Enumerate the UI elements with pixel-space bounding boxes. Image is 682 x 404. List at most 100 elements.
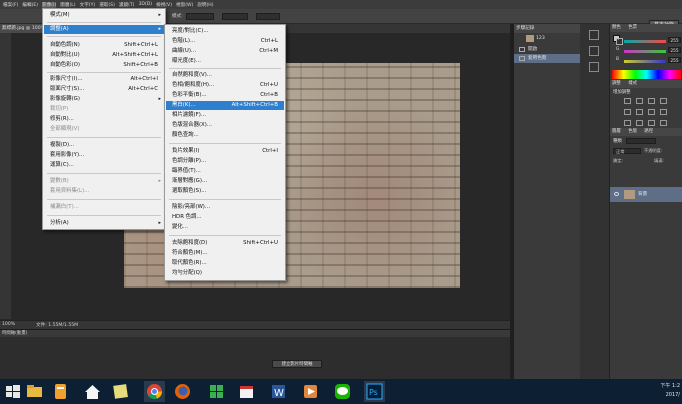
eye-icon[interactable] xyxy=(614,192,619,196)
create-video-timeline-button[interactable]: 建立影片時間軸 xyxy=(272,360,322,368)
menu-item-auto-contrast[interactable]: 自動對比(U) Alt+Shift+Ctrl+L xyxy=(44,51,164,60)
windows-start-icon[interactable] xyxy=(2,381,23,402)
store-icon[interactable] xyxy=(206,381,227,402)
green-value[interactable]: 255 xyxy=(668,47,681,53)
blend-mode-select[interactable]: 正常 xyxy=(613,148,641,154)
menu-file[interactable]: 檔案(F) xyxy=(3,2,18,8)
document-tab[interactable]: 無標題.jpg @ 100% (RGB/8) xyxy=(0,24,44,33)
system-clock[interactable]: 下午 1:2 2017/ xyxy=(660,382,680,400)
menu-item-selective-color[interactable]: 選取顏色(S)... xyxy=(166,187,284,196)
menu-item-color-balance[interactable]: 色彩平衡(B)... Ctrl+B xyxy=(166,91,284,100)
menu-item-adjustments[interactable]: 調整(A) ▸ xyxy=(44,25,164,34)
menu-select[interactable]: 選取(S) xyxy=(99,2,115,8)
home-icon[interactable] xyxy=(82,381,103,402)
invert-adjust-icon[interactable] xyxy=(624,120,631,126)
history-panel-title[interactable]: 步驟記錄 xyxy=(514,24,580,33)
notes-app-icon[interactable] xyxy=(110,381,131,402)
kind-filter[interactable] xyxy=(626,138,656,144)
firefox-icon[interactable] xyxy=(172,381,193,402)
menu-filter[interactable]: 濾鏡(T) xyxy=(119,2,135,8)
paths-tab-label[interactable]: 路徑 xyxy=(644,129,653,134)
menu-item-shadows-highlights[interactable]: 陰影/亮部(W)... xyxy=(166,203,284,212)
height-field[interactable] xyxy=(256,13,280,20)
history-item-open[interactable]: 開啟 xyxy=(514,45,580,54)
file-explorer-icon[interactable] xyxy=(24,381,45,402)
archive-app-icon[interactable] xyxy=(50,381,71,402)
menu-item-threshold[interactable]: 臨界值(T)... xyxy=(166,167,284,176)
menu-item-calculations[interactable]: 運算(C)... xyxy=(44,161,164,170)
menu-item-apply-data-set[interactable]: 套用資料集(L)... xyxy=(44,187,164,196)
blue-slider[interactable] xyxy=(624,60,666,63)
adjustments-panel-tab[interactable]: 調整 樣式 xyxy=(610,80,682,88)
swatches-tab-label[interactable]: 色票 xyxy=(628,25,637,30)
menu-item-duplicate[interactable]: 複製(D)... xyxy=(44,141,164,150)
menu-item-photo-filter[interactable]: 相片濾鏡(F)... xyxy=(166,111,284,120)
menu-item-auto-tone[interactable]: 自動色調(N) Shift+Ctrl+L xyxy=(44,41,164,50)
menu-item-curves[interactable]: 曲線(U)... Ctrl+M xyxy=(166,47,284,56)
mode-select[interactable] xyxy=(186,13,214,20)
menu-item-desaturate[interactable]: 去除飽和度(D) Shift+Ctrl+U xyxy=(166,239,284,248)
red-slider[interactable] xyxy=(624,40,666,43)
hue-adjust-icon[interactable] xyxy=(636,109,643,115)
menu-item-black-white[interactable]: 黑白(K)... Alt+Shift+Ctrl+B xyxy=(166,101,284,110)
menu-item-trap[interactable]: 補漏白(T)... xyxy=(44,203,164,212)
menu-item-hdr-toning[interactable]: HDR 色調... xyxy=(166,213,284,222)
photoshop-taskbar-icon[interactable]: Ps xyxy=(364,381,385,402)
paragraph-panel-icon[interactable] xyxy=(589,62,599,72)
menu-edit[interactable]: 編輯(E) xyxy=(22,2,38,8)
menu-3d[interactable]: 3D(D) xyxy=(138,2,152,7)
gradient-adjust-icon[interactable] xyxy=(660,120,667,126)
menu-item-mode[interactable]: 模式(M) ▸ xyxy=(44,11,164,20)
menu-item-analysis[interactable]: 分析(A) ▸ xyxy=(44,219,164,228)
levels-adjust-icon[interactable] xyxy=(636,98,643,104)
channels-tab-label[interactable]: 色版 xyxy=(628,129,637,134)
balance-adjust-icon[interactable] xyxy=(648,109,655,115)
vibrance-adjust-icon[interactable] xyxy=(624,109,631,115)
menu-item-channel-mixer[interactable]: 色版混合器(X)... xyxy=(166,121,284,130)
menu-item-replace-color[interactable]: 取代顏色(R)... xyxy=(166,259,284,268)
history-snapshot[interactable]: 123 xyxy=(514,33,580,45)
menu-item-match-color[interactable]: 符合顏色(M)... xyxy=(166,249,284,258)
styles-tab-label[interactable]: 樣式 xyxy=(628,81,637,86)
menu-layer[interactable]: 圖層(L) xyxy=(60,2,75,8)
exposure-adjust-icon[interactable] xyxy=(660,98,667,104)
menu-item-variables[interactable]: 變數(B) ▸ xyxy=(44,177,164,186)
history-panel-icon[interactable] xyxy=(589,30,599,40)
color-panel-tab[interactable]: 顏色 色票 xyxy=(610,24,682,32)
menu-item-canvas-size[interactable]: 版面尺寸(S)... Alt+Ctrl+C xyxy=(44,85,164,94)
menu-item-auto-color[interactable]: 自動色彩(O) Shift+Ctrl+B xyxy=(44,61,164,70)
menu-item-apply-image[interactable]: 套用影像(Y)... xyxy=(44,151,164,160)
menu-type[interactable]: 文字(Y) xyxy=(80,2,96,8)
menu-item-image-rotation[interactable]: 影像旋轉(G) ▸ xyxy=(44,95,164,104)
menu-item-gradient-map[interactable]: 漸層對應(G)... xyxy=(166,177,284,186)
chrome-icon[interactable] xyxy=(144,381,165,402)
layer-row-background[interactable]: 背景 xyxy=(610,187,682,202)
red-value[interactable]: 255 xyxy=(668,37,681,43)
zoom-level[interactable]: 100% xyxy=(2,322,15,327)
threshold-adjust-icon[interactable] xyxy=(648,120,655,126)
line-app-icon[interactable] xyxy=(332,381,353,402)
menu-item-levels[interactable]: 色階(L)... Ctrl+L xyxy=(166,37,284,46)
blue-value[interactable]: 255 xyxy=(668,57,681,63)
menu-item-trim[interactable]: 修剪(R)... xyxy=(44,115,164,124)
properties-panel-icon[interactable] xyxy=(589,46,599,56)
green-slider[interactable] xyxy=(624,50,666,53)
menu-item-image-size[interactable]: 影像尺寸(I)... Alt+Ctrl+I xyxy=(44,75,164,84)
brightness-adjust-icon[interactable] xyxy=(624,98,631,104)
width-field[interactable] xyxy=(222,13,248,20)
menu-help[interactable]: 說明(H) xyxy=(197,2,213,8)
menu-item-brightness-contrast[interactable]: 亮度/對比(C)... xyxy=(166,27,284,36)
menu-item-variations[interactable]: 變化... xyxy=(166,223,284,232)
menu-item-invert[interactable]: 負片效果(I) Ctrl+I xyxy=(166,147,284,156)
posterize-adjust-icon[interactable] xyxy=(636,120,643,126)
word-icon[interactable]: W xyxy=(268,381,289,402)
menu-item-equalize[interactable]: 均勻分配(Q) xyxy=(166,269,284,278)
menu-item-hue-saturation[interactable]: 色相/飽和度(H)... Ctrl+U xyxy=(166,81,284,90)
menu-image[interactable]: 影像(I) xyxy=(42,1,57,8)
calendar-icon[interactable] xyxy=(236,381,257,402)
curves-adjust-icon[interactable] xyxy=(648,98,655,104)
menu-item-exposure[interactable]: 曝光度(E)... xyxy=(166,57,284,66)
bw-adjust-icon[interactable] xyxy=(660,109,667,115)
menu-window[interactable]: 視窗(W) xyxy=(176,2,193,8)
color-spectrum-bar[interactable] xyxy=(612,70,681,79)
